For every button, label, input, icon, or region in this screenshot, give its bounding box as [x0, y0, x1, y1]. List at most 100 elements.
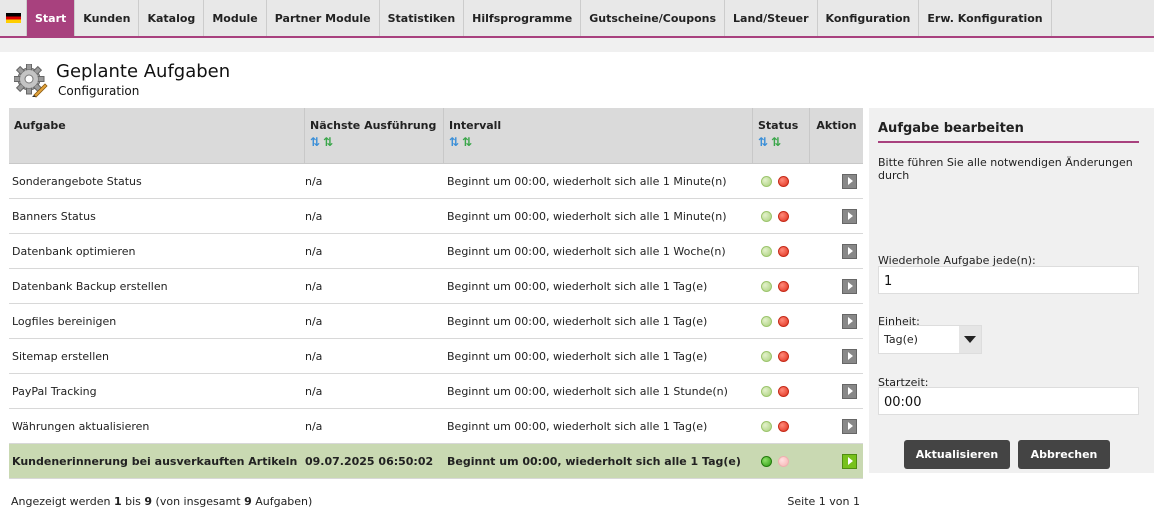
table-row-selected[interactable]: Kundenerinnerung bei ausverkauften Artik…	[9, 444, 863, 479]
status-off-icon[interactable]	[778, 175, 789, 187]
nav-statistiken[interactable]: Statistiken	[380, 0, 465, 36]
cell-task: Kundenerinnerung bei ausverkauften Artik…	[12, 454, 298, 468]
sort-asc-icon[interactable]: ⇅	[449, 136, 459, 148]
table-row[interactable]: Datenbank optimieren n/a Beginnt um 00:0…	[9, 234, 863, 269]
edit-description: Bitte führen Sie alle notwendigen Änderu…	[878, 156, 1133, 182]
nav-kunden[interactable]: Kunden	[75, 0, 140, 36]
edit-arrow-icon[interactable]	[842, 208, 857, 224]
header-task[interactable]: Aufgabe	[9, 108, 305, 163]
status-off-icon[interactable]	[778, 350, 789, 362]
unit-select-value: Tag(e)	[884, 333, 918, 346]
nav-katalog[interactable]: Katalog	[139, 0, 205, 36]
page-header: Geplante Aufgaben Configuration	[14, 62, 230, 98]
edit-panel-title: Aufgabe bearbeiten	[878, 121, 1024, 136]
status-indicators	[753, 350, 810, 362]
edit-arrow-icon[interactable]	[842, 173, 857, 189]
edit-arrow-icon[interactable]	[842, 278, 857, 294]
edit-arrow-icon[interactable]	[842, 453, 857, 469]
table-row[interactable]: Banners Status n/a Beginnt um 00:00, wie…	[9, 199, 863, 234]
cell-next-run: n/a	[305, 174, 323, 188]
cell-next-run: n/a	[305, 419, 323, 433]
nav-partner-module[interactable]: Partner Module	[267, 0, 380, 36]
status-indicators	[753, 245, 810, 257]
status-on-icon[interactable]	[761, 350, 772, 362]
header-status-label: Status	[758, 119, 799, 132]
chevron-down-icon[interactable]	[959, 326, 981, 353]
status-indicators	[753, 455, 810, 467]
sort-asc-icon[interactable]: ⇅	[758, 136, 768, 148]
status-on-icon[interactable]	[761, 420, 772, 432]
cell-interval: Beginnt um 00:00, wiederholt sich alle 1…	[447, 349, 708, 363]
sort-desc-icon[interactable]: ⇅	[462, 136, 472, 148]
edit-arrow-icon[interactable]	[842, 383, 857, 399]
cell-interval: Beginnt um 00:00, wiederholt sich alle 1…	[447, 244, 726, 258]
header-next-run-label: Nächste Ausführung	[310, 119, 437, 132]
page-counter: Seite 1 von 1	[787, 495, 860, 508]
cell-interval: Beginnt um 00:00, wiederholt sich alle 1…	[447, 419, 708, 433]
status-off-icon[interactable]	[778, 385, 789, 397]
nav-konfiguration[interactable]: Konfiguration	[818, 0, 920, 36]
start-time-input[interactable]: 00:00	[878, 387, 1139, 415]
status-off-icon[interactable]	[778, 245, 789, 257]
nav-start[interactable]: Start	[27, 0, 76, 36]
header-status[interactable]: Status ⇅ ⇅	[753, 108, 810, 163]
edit-arrow-icon[interactable]	[842, 418, 857, 434]
table-row[interactable]: Datenbank Backup erstellen n/a Beginnt u…	[9, 269, 863, 304]
cell-next-run: n/a	[305, 244, 323, 258]
table-row[interactable]: Währungen aktualisieren n/a Beginnt um 0…	[9, 409, 863, 444]
cell-task: Banners Status	[12, 209, 96, 223]
edit-arrow-icon[interactable]	[842, 313, 857, 329]
cell-task: Sitemap erstellen	[12, 349, 110, 363]
status-off-icon[interactable]	[778, 455, 789, 467]
nav-land-steuer[interactable]: Land/Steuer	[725, 0, 818, 36]
cell-task: Logfiles bereinigen	[12, 314, 117, 328]
nav-hilfsprogramme[interactable]: Hilfsprogramme	[464, 0, 582, 36]
status-on-icon[interactable]	[761, 455, 772, 467]
update-button[interactable]: Aktualisieren	[904, 440, 1010, 469]
edit-panel: Aufgabe bearbeiten Bitte führen Sie alle…	[869, 108, 1154, 473]
status-off-icon[interactable]	[778, 420, 789, 432]
status-on-icon[interactable]	[761, 280, 772, 292]
status-indicators	[753, 315, 810, 327]
total-prefix: (von insgesamt	[155, 495, 241, 508]
nav-gutscheine[interactable]: Gutscheine/Coupons	[581, 0, 726, 36]
sort-desc-icon[interactable]: ⇅	[323, 136, 333, 148]
status-off-icon[interactable]	[778, 315, 789, 327]
edit-arrow-icon[interactable]	[842, 348, 857, 364]
cell-next-run: n/a	[305, 209, 323, 223]
status-on-icon[interactable]	[761, 210, 772, 222]
status-off-icon[interactable]	[778, 210, 789, 222]
edit-arrow-icon[interactable]	[842, 243, 857, 259]
cancel-button[interactable]: Abbrechen	[1018, 440, 1110, 469]
cell-interval: Beginnt um 00:00, wiederholt sich alle 1…	[447, 384, 728, 398]
table-row[interactable]: Sitemap erstellen n/a Beginnt um 00:00, …	[9, 339, 863, 374]
status-on-icon[interactable]	[761, 315, 772, 327]
header-next-run[interactable]: Nächste Ausführung ⇅ ⇅	[305, 108, 444, 163]
page-title: Geplante Aufgaben	[56, 61, 231, 82]
top-nav: Start Kunden Katalog Module Partner Modu…	[0, 0, 1154, 38]
status-off-icon[interactable]	[778, 280, 789, 292]
sort-asc-icon[interactable]: ⇅	[310, 136, 320, 148]
tasks-table: Aufgabe Nächste Ausführung ⇅ ⇅ Intervall …	[9, 108, 863, 479]
cell-task: PayPal Tracking	[12, 384, 97, 398]
table-header: Aufgabe Nächste Ausführung ⇅ ⇅ Intervall …	[9, 108, 863, 164]
header-action: Aktion	[816, 119, 857, 132]
pagination-info: Angezeigt werden 1 bis 9 (von insgesamt …	[11, 495, 312, 508]
cell-interval: Beginnt um 00:00, wiederholt sich alle 1…	[447, 314, 708, 328]
table-row[interactable]: PayPal Tracking n/a Beginnt um 00:00, wi…	[9, 374, 863, 409]
status-on-icon[interactable]	[761, 385, 772, 397]
header-interval[interactable]: Intervall ⇅ ⇅	[444, 108, 753, 163]
table-row[interactable]: Sonderangebote Status n/a Beginnt um 00:…	[9, 164, 863, 199]
sort-desc-icon[interactable]: ⇅	[771, 136, 781, 148]
nav-module[interactable]: Module	[204, 0, 267, 36]
language-flag[interactable]	[0, 0, 27, 36]
table-row[interactable]: Logfiles bereinigen n/a Beginnt um 00:00…	[9, 304, 863, 339]
repeat-input[interactable]: 1	[878, 266, 1139, 294]
status-on-icon[interactable]	[761, 175, 772, 187]
nav-erw-konfiguration[interactable]: Erw. Konfiguration	[919, 0, 1052, 36]
status-indicators	[753, 420, 810, 432]
status-indicators	[753, 280, 810, 292]
status-on-icon[interactable]	[761, 245, 772, 257]
unit-select[interactable]: Tag(e)	[878, 325, 982, 354]
shown-to-word: bis	[125, 495, 141, 508]
